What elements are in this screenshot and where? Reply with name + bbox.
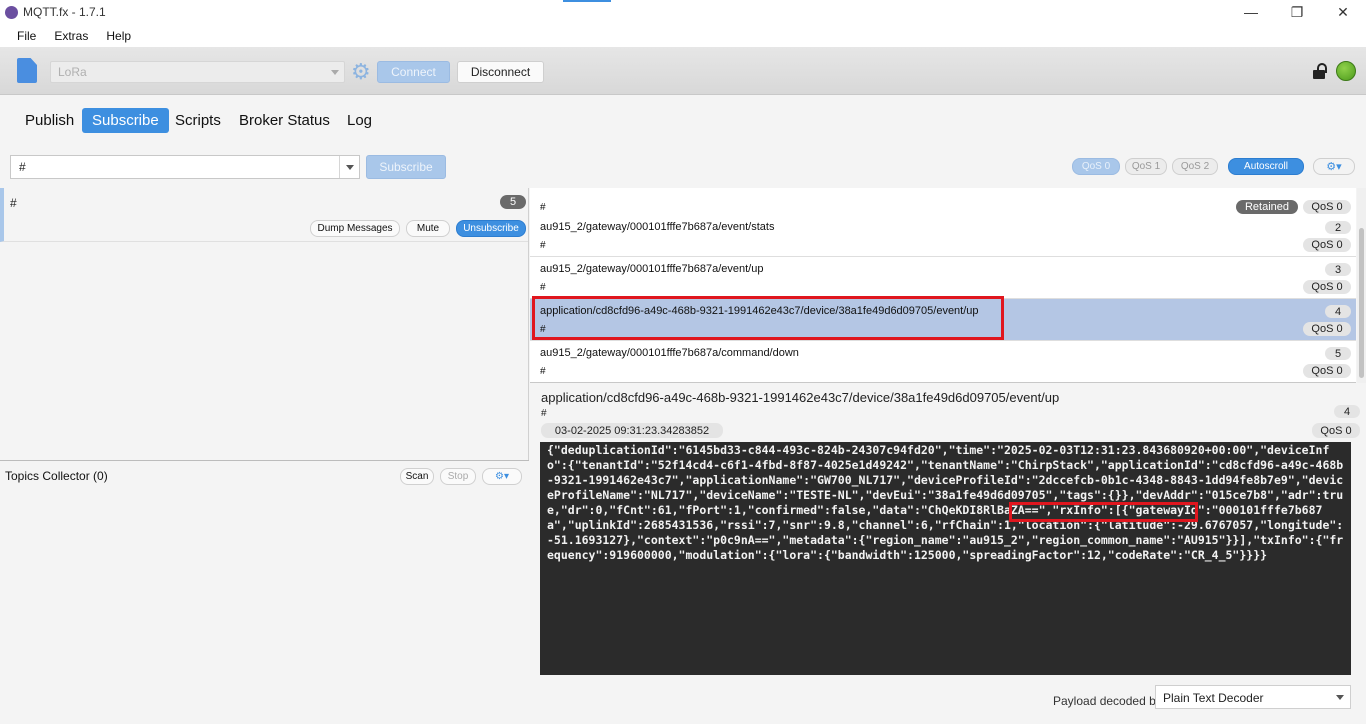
mqttfx-app-icon — [5, 5, 18, 19]
highlight-box — [532, 296, 1004, 340]
lock-body — [1313, 70, 1325, 79]
topics-collector-title: Topics Collector (0) — [5, 469, 108, 483]
message-qos: QoS 0 — [1303, 322, 1351, 336]
qos0-toggle[interactable]: QoS 0 — [1072, 158, 1120, 175]
scan-button[interactable]: Scan — [400, 468, 434, 485]
detail-number: 4 — [1334, 405, 1360, 418]
detail-timestamp: 03-02-2025 09:31:23.34283852 — [541, 423, 723, 438]
tab-broker-status[interactable]: Broker Status — [229, 108, 340, 133]
qos1-toggle[interactable]: QoS 1 — [1125, 158, 1167, 175]
main-tabs: Publish Subscribe Scripts Broker Status … — [0, 96, 1366, 146]
menu-bar: File Extras Help — [0, 24, 1366, 47]
chevron-down-icon — [1336, 695, 1344, 700]
message-qos: QoS 0 — [1303, 200, 1351, 214]
detail-topic: application/cd8cfd96-a49c-468b-9321-1991… — [541, 390, 1060, 405]
message-topic: au915_2/gateway/000101fffe7b687a/event/s… — [540, 221, 775, 233]
restore-icon[interactable]: ❐ — [1274, 0, 1320, 24]
highlight-box — [1009, 502, 1198, 522]
collector-settings-icon[interactable]: ⚙▾ — [482, 468, 522, 485]
connection-profile-value: LoRa — [58, 65, 87, 79]
window-title: MQTT.fx - 1.7.1 — [23, 5, 106, 19]
topics-collector: Topics Collector (0) Scan Stop ⚙▾ — [0, 460, 529, 724]
autoscroll-toggle[interactable]: Autoscroll — [1228, 158, 1304, 175]
connection-status-icon — [1336, 61, 1356, 81]
connect-button[interactable]: Connect — [377, 61, 450, 83]
connection-bar: LoRa ⚙ Connect Disconnect — [0, 47, 1366, 95]
message-subscription: # — [540, 366, 546, 377]
menu-help[interactable]: Help — [97, 29, 140, 43]
qos2-toggle[interactable]: QoS 2 — [1172, 158, 1218, 175]
scrollbar-thumb[interactable] — [1359, 228, 1364, 378]
window-controls: — ❐ ✕ — [1228, 0, 1366, 24]
mute-button[interactable]: Mute — [406, 220, 450, 237]
gear-icon[interactable]: ⚙ — [351, 61, 373, 83]
subscribe-toolbar: # Subscribe QoS 0 QoS 1 QoS 2 Autoscroll… — [0, 152, 1366, 182]
message-number: 5 — [1325, 347, 1351, 360]
message-subscription: # — [540, 202, 546, 213]
message-row[interactable]: au915_2/gateway/000101fffe7b687a/event/u… — [530, 257, 1356, 299]
payload-text[interactable]: {"deduplicationId":"6145bd33-c844-493c-8… — [540, 442, 1351, 675]
message-qos: QoS 0 — [1303, 364, 1351, 378]
settings-dropdown-icon[interactable]: ⚙▾ — [1313, 158, 1355, 175]
message-qos: QoS 0 — [1303, 280, 1351, 294]
message-number: 4 — [1325, 305, 1351, 318]
message-subscription: # — [540, 282, 546, 293]
message-row[interactable]: au915_2/gateway/000101fffe7b687a/event/s… — [530, 215, 1356, 257]
disconnect-button[interactable]: Disconnect — [457, 61, 544, 83]
dump-messages-button[interactable]: Dump Messages — [310, 220, 400, 237]
subscribe-topic-value: # — [19, 160, 26, 174]
retained-badge: Retained — [1236, 200, 1298, 214]
message-topic: au915_2/gateway/000101fffe7b687a/command… — [540, 347, 799, 359]
subscription-count-badge: 5 — [500, 195, 526, 209]
tab-publish[interactable]: Publish — [15, 108, 84, 133]
message-list-scrollbar[interactable] — [1357, 188, 1366, 383]
decoder-label: Payload decoded by — [1053, 694, 1162, 708]
tab-log[interactable]: Log — [337, 108, 382, 133]
minimize-icon[interactable]: — — [1228, 0, 1274, 24]
chevron-down-icon — [331, 70, 339, 75]
detail-qos: QoS 0 — [1312, 423, 1360, 438]
payload-decoder-value: Plain Text Decoder — [1163, 691, 1264, 705]
tab-subscribe[interactable]: Subscribe — [82, 108, 169, 133]
connection-profile-select[interactable]: LoRa — [50, 61, 345, 83]
message-list: # Retained QoS 0 au915_2/gateway/000101f… — [530, 188, 1356, 383]
message-row[interactable]: au915_2/gateway/000101fffe7b687a/command… — [530, 341, 1356, 382]
subscriptions-pane: # 5 Dump Messages Mute Unsubscribe Topic… — [0, 188, 529, 724]
message-topic: au915_2/gateway/000101fffe7b687a/event/u… — [540, 263, 764, 275]
stop-button[interactable]: Stop — [440, 468, 476, 485]
message-qos: QoS 0 — [1303, 238, 1351, 252]
chevron-down-icon[interactable] — [339, 156, 359, 178]
message-number: 2 — [1325, 221, 1351, 234]
title-bar: MQTT.fx - 1.7.1 — ❐ ✕ — [0, 0, 1366, 24]
menu-file[interactable]: File — [8, 29, 45, 43]
edit-profile-icon[interactable] — [17, 58, 37, 83]
message-subscription: # — [540, 240, 546, 251]
taskbar-indicator — [563, 0, 611, 2]
payload-decoder-select[interactable]: Plain Text Decoder — [1155, 685, 1351, 709]
unlock-icon — [1313, 63, 1329, 79]
subscribe-topic-input[interactable]: # — [10, 155, 360, 179]
messages-pane: # Retained QoS 0 au915_2/gateway/000101f… — [530, 188, 1366, 724]
subscription-item[interactable]: # 5 Dump Messages Mute Unsubscribe — [0, 188, 528, 242]
detail-subscription: # — [541, 408, 547, 419]
message-number: 3 — [1325, 263, 1351, 276]
tab-scripts[interactable]: Scripts — [165, 108, 231, 133]
close-icon[interactable]: ✕ — [1320, 0, 1366, 24]
subscribe-button[interactable]: Subscribe — [366, 155, 446, 179]
message-detail: application/cd8cfd96-a49c-468b-9321-1991… — [530, 384, 1366, 724]
menu-extras[interactable]: Extras — [45, 29, 97, 43]
subscription-topic: # — [10, 196, 17, 210]
unsubscribe-button[interactable]: Unsubscribe — [456, 220, 526, 237]
